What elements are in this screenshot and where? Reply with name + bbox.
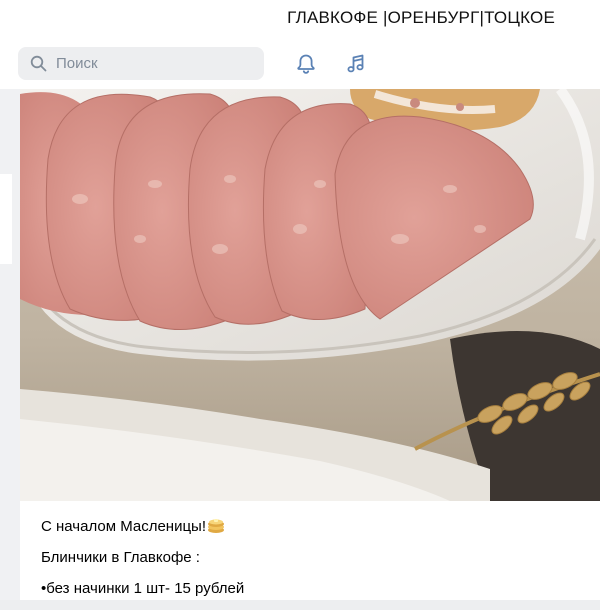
left-gutter — [0, 89, 20, 600]
gutter-panel — [0, 174, 12, 264]
post-line-price: •без начинки 1 шт- 15 рублей — [41, 580, 245, 597]
post-text: С началом Масленицы! Блинчики в Главкофе… — [41, 517, 581, 610]
bell-icon — [297, 54, 315, 74]
post-photo[interactable] — [20, 89, 600, 501]
search-icon — [30, 55, 48, 73]
post-line-pancakes: Блинчики в Главкофе : — [41, 549, 200, 566]
music-note-icon — [347, 54, 364, 73]
sausage-plate-photo — [20, 89, 600, 501]
search-input[interactable]: Поиск — [18, 47, 264, 80]
post-card: С началом Масленицы! Блинчики в Главкофе… — [20, 89, 600, 600]
toolbar: Поиск — [0, 36, 600, 89]
pancakes-emoji — [207, 518, 225, 540]
top-header: ГЛАВКОФЕ |ОРЕНБУРГ|ТОЦКОЕ — [0, 0, 600, 36]
post-line-1: С началом Масленицы! — [41, 518, 206, 535]
music-button[interactable] — [343, 51, 369, 77]
notifications-button[interactable] — [293, 51, 319, 77]
page-title: ГЛАВКОФЕ |ОРЕНБУРГ|ТОЦКОЕ — [287, 8, 555, 27]
post-line-greeting: С началом Масленицы! — [41, 517, 581, 548]
search-placeholder: Поиск — [56, 55, 98, 72]
